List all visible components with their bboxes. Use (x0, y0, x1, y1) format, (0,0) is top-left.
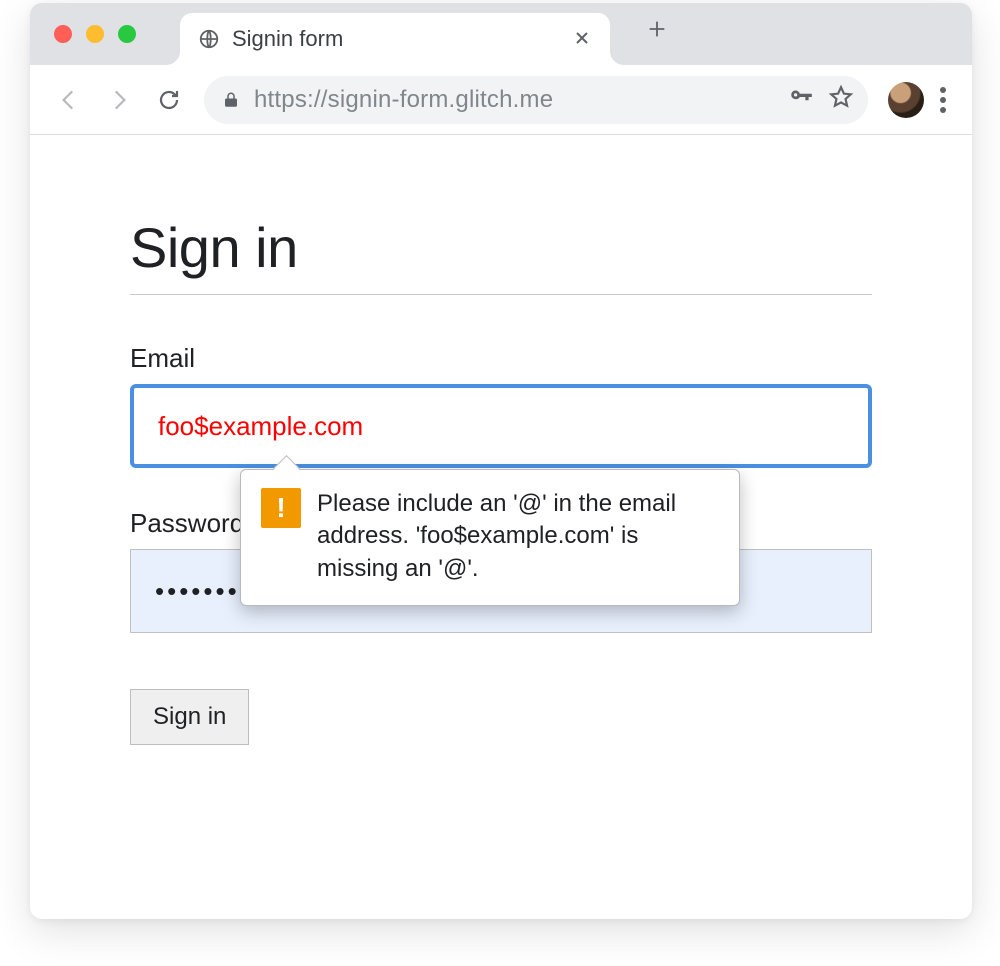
address-bar[interactable]: https://signin-form.glitch.me (204, 76, 868, 124)
page-title: Sign in (130, 215, 872, 295)
back-button[interactable] (48, 79, 90, 121)
minimize-window-button[interactable] (86, 25, 104, 43)
email-label: Email (130, 343, 872, 374)
browser-tab[interactable]: Signin form (180, 13, 610, 65)
forward-button[interactable] (98, 79, 140, 121)
browser-window: Signin form https://signin-form.glitch.m… (30, 3, 972, 919)
window-controls (54, 25, 136, 43)
email-field-group: Email ! Please include an '@' in the ema… (130, 343, 872, 468)
bookmark-star-icon[interactable] (828, 84, 854, 115)
browser-toolbar: https://signin-form.glitch.me (30, 65, 972, 135)
key-icon[interactable] (788, 84, 814, 115)
globe-icon (198, 28, 220, 50)
page-content: Sign in Email ! Please include an '@' in… (30, 135, 972, 745)
validation-message: Please include an '@' in the email addre… (317, 488, 717, 585)
menu-button[interactable] (932, 79, 954, 121)
maximize-window-button[interactable] (118, 25, 136, 43)
reload-button[interactable] (148, 79, 190, 121)
lock-icon (222, 91, 240, 109)
email-input[interactable] (130, 384, 872, 468)
warning-icon: ! (261, 488, 301, 528)
close-tab-button[interactable] (570, 24, 594, 54)
tab-title: Signin form (232, 26, 570, 52)
tab-strip: Signin form (30, 3, 972, 65)
signin-button[interactable]: Sign in (130, 689, 249, 745)
close-window-button[interactable] (54, 25, 72, 43)
new-tab-button[interactable] (638, 10, 676, 52)
validation-tooltip: ! Please include an '@' in the email add… (240, 469, 740, 606)
url-text: https://signin-form.glitch.me (254, 86, 774, 114)
profile-avatar[interactable] (888, 82, 924, 118)
